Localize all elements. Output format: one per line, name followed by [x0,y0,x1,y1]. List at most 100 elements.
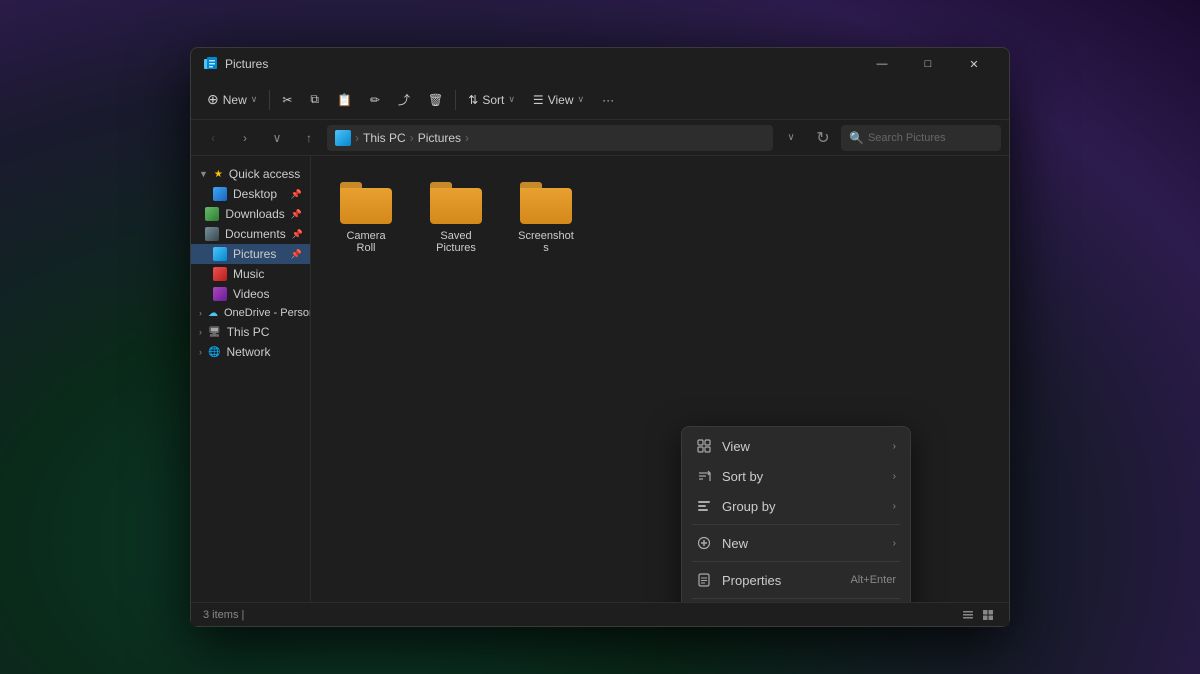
toolbar: ⊕ New ∨ ✂ ⧉ 📋 ✏ ⤴ 🗑 ⇅ Sort ∨ ☰ [191,80,1009,120]
thispc-expand-icon: › [199,327,202,337]
sort-button[interactable]: ⇅ Sort ∨ [460,89,523,111]
paste-icon: 📋 [337,93,352,107]
pictures-pin-icon: 📌 [291,249,302,260]
main-content: ▼ ★ Quick access Desktop 📌 Downloads 📌 D… [191,156,1009,602]
view-menu-label: View [722,439,883,454]
grid-view-button[interactable] [979,606,997,624]
properties-shortcut: Alt+Enter [850,574,896,586]
sidebar-quick-access[interactable]: ▼ ★ Quick access [191,164,310,184]
sort-icon: ⇅ [468,93,478,107]
file-item-saved-pictures[interactable]: Saved Pictures [421,176,491,260]
copy-button[interactable]: ⧉ [302,88,327,111]
videos-icon [213,287,227,301]
music-icon [213,267,227,281]
toolbar-sep-2 [455,90,456,110]
sidebar-pictures-label: Pictures [233,247,276,261]
forward-button[interactable]: › [231,124,259,152]
documents-pin-icon: 📌 [292,229,303,240]
maximize-button[interactable]: □ [905,48,951,80]
path-sep-1: › [355,131,359,145]
context-menu-new[interactable]: New › [686,528,906,558]
search-placeholder: Search Pictures [868,132,946,144]
sidebar-videos-label: Videos [233,287,269,301]
path-sep-2: › [410,131,414,145]
file-name-screenshots: Screenshots [517,230,575,254]
address-path[interactable]: › This PC › Pictures › [327,125,773,151]
recent-button[interactable]: ∨ [263,124,291,152]
close-button[interactable]: ✕ [951,48,997,80]
context-menu-view[interactable]: View › [686,431,906,461]
sidebar-network-label: Network [226,345,270,359]
new-button[interactable]: ⊕ New ∨ [199,87,265,112]
desktop-icon [213,187,227,201]
rename-icon: ✏ [370,93,380,107]
list-view-button[interactable] [959,606,977,624]
address-bar: ‹ › ∨ ↑ › This PC › Pictures › ∨ ↻ 🔍 Sea… [191,120,1009,156]
file-name-saved-pictures: Saved Pictures [427,230,485,254]
groupby-menu-icon [696,498,712,514]
context-sep-3 [692,598,900,599]
context-sep-2 [692,561,900,562]
properties-menu-icon [696,572,712,588]
desktop-pin-icon: 📌 [291,189,302,200]
path-dropdown-button[interactable]: ∨ [777,125,805,151]
context-sep-1 [692,524,900,525]
up-button[interactable]: ↑ [295,124,323,152]
new-menu-icon [696,535,712,551]
minimize-button[interactable]: — [859,48,905,80]
downloads-icon [205,207,219,221]
sidebar-item-thispc[interactable]: › 🖥 This PC [191,322,310,342]
view-menu-arrow: › [893,441,896,452]
sidebar-music-label: Music [233,267,264,281]
paste-button[interactable]: 📋 [329,89,360,111]
title-bar: Pictures — □ ✕ [191,48,1009,80]
sidebar-item-onedrive[interactable]: › ☁ OneDrive - Personal [191,304,310,322]
path-pictures: Pictures [418,131,461,145]
context-menu-properties[interactable]: Properties Alt+Enter [686,565,906,595]
file-area: Camera Roll Saved Pictures Screenshots [311,156,1009,602]
sidebar-item-pictures[interactable]: Pictures 📌 [191,244,310,264]
sidebar-item-network[interactable]: › 🌐 Network [191,342,310,362]
file-item-camera-roll[interactable]: Camera Roll [331,176,401,260]
toolbar-sep-1 [269,90,270,110]
view-button[interactable]: ☰ View ∨ [525,89,592,111]
sidebar-item-music[interactable]: Music [191,264,310,284]
new-icon: ⊕ [207,91,219,108]
new-menu-label: New [722,536,883,551]
network-expand-icon: › [199,347,202,357]
sidebar: ▼ ★ Quick access Desktop 📌 Downloads 📌 D… [191,156,311,602]
context-menu-groupby[interactable]: Group by › [686,491,906,521]
cloud-icon: ☁ [208,308,218,319]
quick-access-star-icon: ★ [214,169,223,180]
refresh-button[interactable]: ↻ [809,124,837,152]
path-sep-3: › [465,131,469,145]
cut-button[interactable]: ✂ [274,89,300,111]
sidebar-item-downloads[interactable]: Downloads 📌 [191,204,310,224]
more-button[interactable]: ··· [594,89,622,111]
sidebar-item-videos[interactable]: Videos [191,284,310,304]
groupby-menu-arrow: › [893,501,896,512]
context-menu-sortby[interactable]: Sort by › [686,461,906,491]
properties-menu-label: Properties [722,573,840,588]
sidebar-desktop-label: Desktop [233,187,277,201]
new-menu-arrow: › [893,538,896,549]
window-controls: — □ ✕ [859,48,997,80]
path-home-icon [335,130,351,146]
sortby-menu-label: Sort by [722,469,883,484]
file-item-screenshots[interactable]: Screenshots [511,176,581,260]
network-icon: 🌐 [208,347,220,358]
pictures-icon [213,247,227,261]
back-button[interactable]: ‹ [199,124,227,152]
sidebar-item-documents[interactable]: Documents 📌 [191,224,310,244]
search-box[interactable]: 🔍 Search Pictures [841,125,1001,151]
sortby-menu-icon [696,468,712,484]
share-button[interactable]: ⤴ [390,87,418,112]
view-menu-icon [696,438,712,454]
delete-button[interactable]: 🗑 [420,89,451,111]
path-thispc: This PC [363,131,406,145]
file-grid: Camera Roll Saved Pictures Screenshots [331,176,989,260]
rename-button[interactable]: ✏ [362,89,388,111]
onedrive-expand-icon: › [199,308,202,318]
sidebar-item-desktop[interactable]: Desktop 📌 [191,184,310,204]
cut-icon: ✂ [282,93,292,107]
